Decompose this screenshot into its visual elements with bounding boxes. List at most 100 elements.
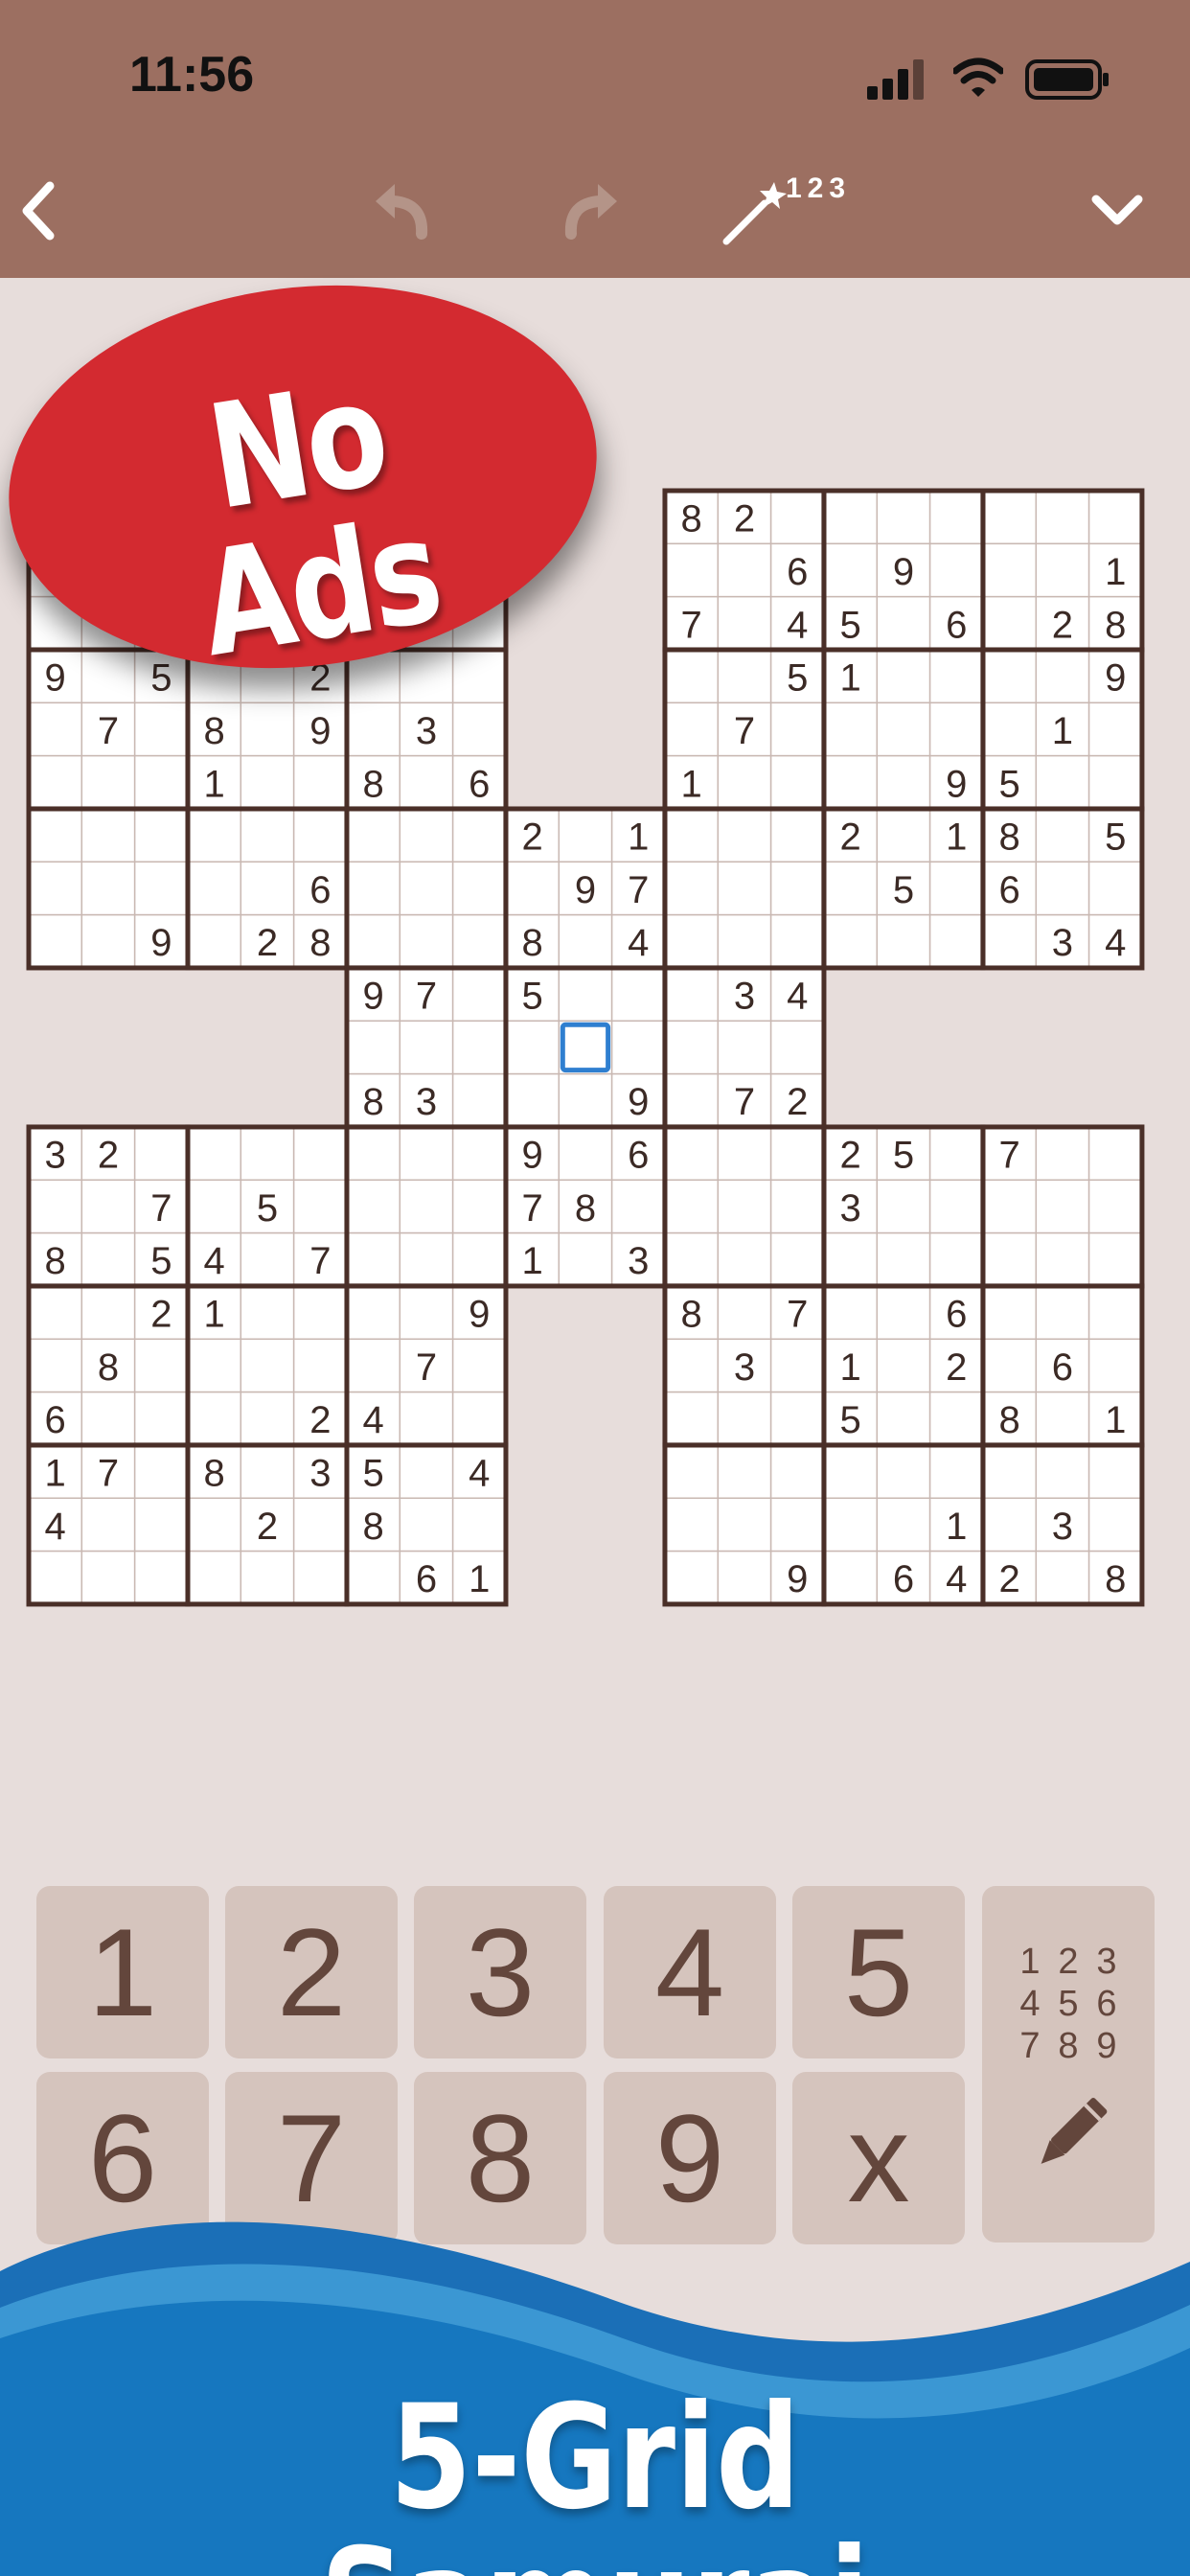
grid-cell[interactable] [823,1550,879,1605]
grid-cell[interactable] [717,754,772,810]
grid-cell[interactable] [1087,490,1143,545]
grid-cell[interactable] [346,1550,401,1605]
grid-cell[interactable] [928,861,984,916]
key-1[interactable]: 1 [36,1886,209,2058]
grid-cell[interactable] [451,1231,507,1287]
grid-cell[interactable] [769,1231,825,1287]
grid-cell[interactable] [610,1020,666,1075]
grid-cell[interactable] [664,542,720,598]
grid-cell[interactable] [664,702,720,757]
grid-cell[interactable] [292,1126,348,1182]
grid-cell[interactable] [664,1497,720,1552]
grid-cell[interactable] [928,913,984,969]
grid-cell[interactable] [346,808,401,863]
grid-cell[interactable] [505,1072,561,1128]
grid-cell[interactable] [399,1020,454,1075]
grid-cell[interactable] [451,1126,507,1182]
grid-cell[interactable] [1035,1126,1090,1182]
grid-cell[interactable] [982,595,1038,651]
grid-cell[interactable] [133,1497,189,1552]
grid-cell[interactable] [717,1179,772,1234]
grid-cell[interactable] [664,1391,720,1446]
grid-cell[interactable] [876,702,931,757]
grid-cell[interactable] [558,913,613,969]
grid-cell[interactable] [717,1444,772,1500]
grid-cell[interactable] [823,490,879,545]
grid-cell[interactable] [292,1497,348,1552]
grid-cell[interactable] [346,1231,401,1287]
grid-cell[interactable] [133,1391,189,1446]
grid-cell[interactable] [717,861,772,916]
grid-cell[interactable] [982,1179,1038,1234]
grid-cell[interactable] [187,1391,242,1446]
grid-cell[interactable] [346,1020,401,1075]
grid-cell[interactable] [28,754,83,810]
grid-cell[interactable] [80,1179,136,1234]
grid-cell[interactable] [664,649,720,704]
grid-cell[interactable] [1035,808,1090,863]
grid-cell[interactable] [399,1285,454,1341]
grid-cell[interactable] [982,649,1038,704]
grid-cell[interactable] [823,702,879,757]
grid-cell[interactable] [876,754,931,810]
grid-cell[interactable] [982,1444,1038,1500]
grid-cell[interactable] [28,702,83,757]
grid-cell[interactable] [823,542,879,598]
grid-cell[interactable] [717,1550,772,1605]
grid-cell[interactable] [717,1391,772,1446]
grid-cell[interactable] [823,861,879,916]
grid-cell[interactable] [876,1231,931,1287]
grid-cell[interactable] [982,1338,1038,1393]
grid-cell[interactable] [769,1338,825,1393]
grid-cell[interactable] [451,1020,507,1075]
grid-cell[interactable] [717,913,772,969]
grid-cell[interactable] [982,542,1038,598]
grid-cell[interactable] [558,1072,613,1128]
grid-cell[interactable] [133,1550,189,1605]
key-3[interactable]: 3 [414,1886,586,2058]
grid-cell[interactable] [928,1231,984,1287]
grid-cell[interactable] [928,1126,984,1182]
grid-cell[interactable] [823,1285,879,1341]
grid-cell[interactable] [399,1231,454,1287]
grid-cell[interactable] [1087,1444,1143,1500]
grid-cell[interactable] [28,1285,83,1341]
grid-cell[interactable] [1035,861,1090,916]
grid-cell[interactable] [1087,1231,1143,1287]
key-5[interactable]: 5 [792,1886,965,2058]
grid-cell[interactable] [187,913,242,969]
grid-cell[interactable] [664,1444,720,1500]
grid-cell[interactable] [451,861,507,916]
grid-cell[interactable] [346,702,401,757]
grid-cell[interactable] [717,649,772,704]
grid-cell[interactable] [451,702,507,757]
grid-cell[interactable] [769,754,825,810]
grid-cell[interactable] [558,1231,613,1287]
grid-cell[interactable] [133,1444,189,1500]
grid-cell[interactable] [292,1338,348,1393]
grid-cell[interactable] [240,1444,295,1500]
grid-cell[interactable] [28,808,83,863]
grid-cell[interactable] [823,1497,879,1552]
grid-cell[interactable] [80,1391,136,1446]
grid-cell[interactable] [28,1338,83,1393]
grid-cell[interactable] [823,1231,879,1287]
grid-cell[interactable] [399,1497,454,1552]
grid-cell[interactable] [982,702,1038,757]
grid-cell[interactable] [346,1338,401,1393]
grid-cell[interactable] [28,1550,83,1605]
grid-cell[interactable] [133,808,189,863]
grid-cell[interactable] [769,1444,825,1500]
grid-cell[interactable] [876,1338,931,1393]
grid-cell[interactable] [399,861,454,916]
grid-cell[interactable] [1087,702,1143,757]
grid-cell[interactable] [240,1231,295,1287]
grid-cell[interactable] [876,1179,931,1234]
grid-cell[interactable] [664,1338,720,1393]
grid-cell[interactable] [80,861,136,916]
grid-cell[interactable] [292,808,348,863]
grid-cell[interactable] [346,1285,401,1341]
grid-cell[interactable] [717,1231,772,1287]
grid-cell[interactable] [664,808,720,863]
grid-cell[interactable] [876,1444,931,1500]
